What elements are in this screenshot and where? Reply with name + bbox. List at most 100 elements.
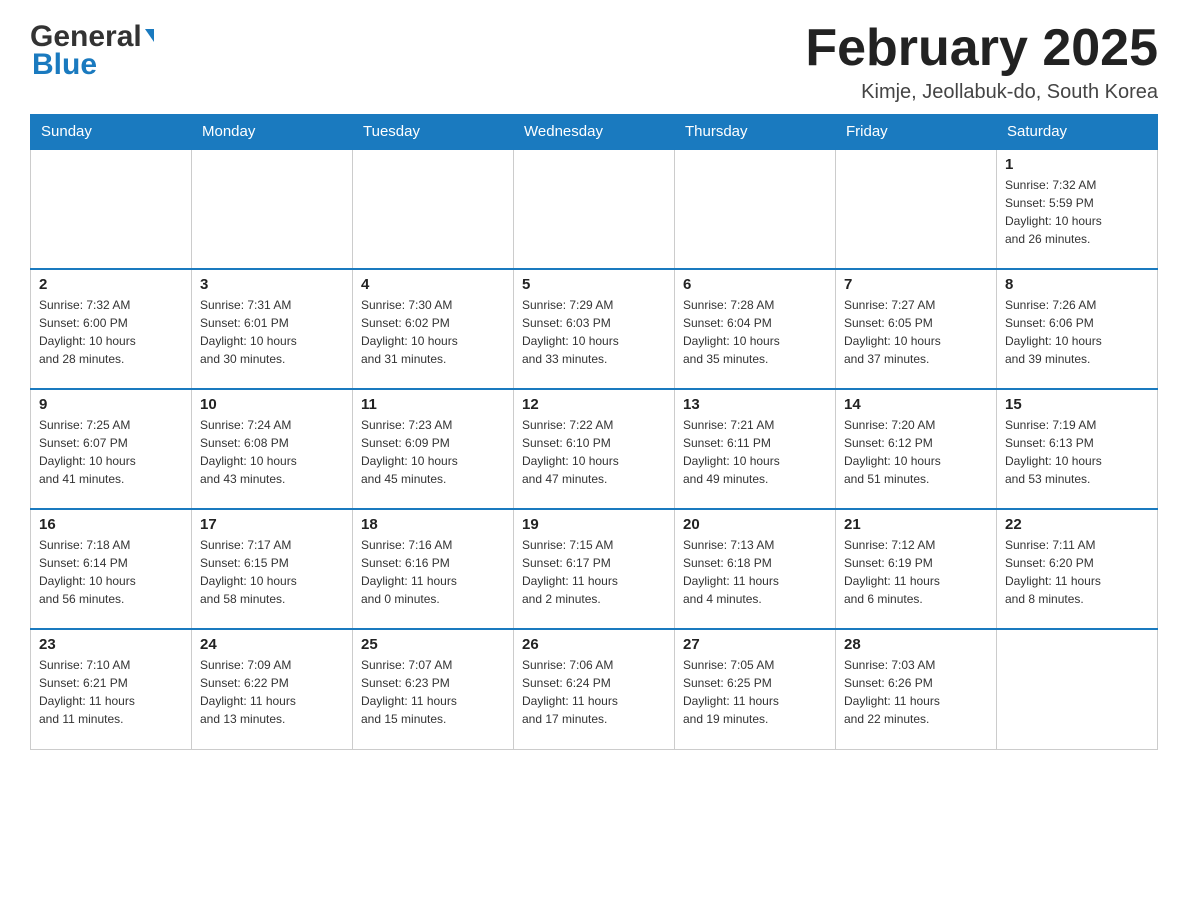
calendar-cell — [675, 149, 836, 269]
day-number: 26 — [522, 636, 666, 653]
day-number: 15 — [1005, 396, 1149, 413]
calendar-cell — [31, 149, 192, 269]
page-header: General Blue February 2025 Kimje, Jeolla… — [30, 20, 1158, 104]
day-info: Sunrise: 7:30 AM Sunset: 6:02 PM Dayligh… — [361, 296, 505, 368]
day-number: 22 — [1005, 516, 1149, 533]
day-number: 16 — [39, 516, 183, 533]
day-number: 10 — [200, 396, 344, 413]
day-number: 19 — [522, 516, 666, 533]
day-number: 12 — [522, 396, 666, 413]
day-number: 17 — [200, 516, 344, 533]
calendar-cell: 13 Sunrise: 7:21 AM Sunset: 6:11 PM Dayli… — [675, 389, 836, 509]
title-section: February 2025 Kimje, Jeollabuk-do, South… — [805, 20, 1158, 104]
day-info: Sunrise: 7:12 AM Sunset: 6:19 PM Dayligh… — [844, 536, 988, 608]
day-info: Sunrise: 7:23 AM Sunset: 6:09 PM Dayligh… — [361, 416, 505, 488]
calendar-cell: 18 Sunrise: 7:16 AM Sunset: 6:16 PM Dayli… — [353, 509, 514, 629]
day-header-saturday: Saturday — [997, 115, 1158, 150]
day-info: Sunrise: 7:19 AM Sunset: 6:13 PM Dayligh… — [1005, 416, 1149, 488]
header-row: SundayMondayTuesdayWednesdayThursdayFrid… — [31, 115, 1158, 150]
day-info: Sunrise: 7:06 AM Sunset: 6:24 PM Dayligh… — [522, 656, 666, 728]
calendar-cell — [192, 149, 353, 269]
week-row-2: 2 Sunrise: 7:32 AM Sunset: 6:00 PM Daylig… — [31, 269, 1158, 389]
calendar-cell: 11 Sunrise: 7:23 AM Sunset: 6:09 PM Dayli… — [353, 389, 514, 509]
day-number: 13 — [683, 396, 827, 413]
day-info: Sunrise: 7:28 AM Sunset: 6:04 PM Dayligh… — [683, 296, 827, 368]
day-info: Sunrise: 7:25 AM Sunset: 6:07 PM Dayligh… — [39, 416, 183, 488]
calendar-cell — [353, 149, 514, 269]
calendar-cell: 28 Sunrise: 7:03 AM Sunset: 6:26 PM Dayli… — [836, 629, 997, 749]
calendar-cell: 21 Sunrise: 7:12 AM Sunset: 6:19 PM Dayli… — [836, 509, 997, 629]
day-info: Sunrise: 7:15 AM Sunset: 6:17 PM Dayligh… — [522, 536, 666, 608]
logo-triangle-icon — [145, 29, 154, 42]
calendar-cell: 7 Sunrise: 7:27 AM Sunset: 6:05 PM Daylig… — [836, 269, 997, 389]
calendar-cell: 16 Sunrise: 7:18 AM Sunset: 6:14 PM Dayli… — [31, 509, 192, 629]
calendar-cell: 4 Sunrise: 7:30 AM Sunset: 6:02 PM Daylig… — [353, 269, 514, 389]
day-info: Sunrise: 7:31 AM Sunset: 6:01 PM Dayligh… — [200, 296, 344, 368]
day-info: Sunrise: 7:22 AM Sunset: 6:10 PM Dayligh… — [522, 416, 666, 488]
day-header-tuesday: Tuesday — [353, 115, 514, 150]
day-number: 6 — [683, 276, 827, 293]
day-number: 7 — [844, 276, 988, 293]
day-number: 4 — [361, 276, 505, 293]
day-number: 21 — [844, 516, 988, 533]
day-number: 3 — [200, 276, 344, 293]
week-row-3: 9 Sunrise: 7:25 AM Sunset: 6:07 PM Daylig… — [31, 389, 1158, 509]
week-row-4: 16 Sunrise: 7:18 AM Sunset: 6:14 PM Dayli… — [31, 509, 1158, 629]
calendar-cell: 9 Sunrise: 7:25 AM Sunset: 6:07 PM Daylig… — [31, 389, 192, 509]
day-info: Sunrise: 7:13 AM Sunset: 6:18 PM Dayligh… — [683, 536, 827, 608]
day-number: 8 — [1005, 276, 1149, 293]
day-number: 5 — [522, 276, 666, 293]
day-info: Sunrise: 7:16 AM Sunset: 6:16 PM Dayligh… — [361, 536, 505, 608]
calendar-cell — [997, 629, 1158, 749]
day-number: 2 — [39, 276, 183, 293]
day-number: 9 — [39, 396, 183, 413]
calendar-table: SundayMondayTuesdayWednesdayThursdayFrid… — [30, 114, 1158, 750]
day-info: Sunrise: 7:09 AM Sunset: 6:22 PM Dayligh… — [200, 656, 344, 728]
day-info: Sunrise: 7:17 AM Sunset: 6:15 PM Dayligh… — [200, 536, 344, 608]
day-info: Sunrise: 7:32 AM Sunset: 5:59 PM Dayligh… — [1005, 176, 1149, 248]
calendar-cell: 27 Sunrise: 7:05 AM Sunset: 6:25 PM Dayli… — [675, 629, 836, 749]
day-number: 25 — [361, 636, 505, 653]
day-number: 28 — [844, 636, 988, 653]
calendar-cell: 22Sunrise: 7:11 AM Sunset: 6:20 PM Dayli… — [997, 509, 1158, 629]
day-info: Sunrise: 7:29 AM Sunset: 6:03 PM Dayligh… — [522, 296, 666, 368]
day-number: 11 — [361, 396, 505, 413]
day-info: Sunrise: 7:05 AM Sunset: 6:25 PM Dayligh… — [683, 656, 827, 728]
calendar-cell: 2 Sunrise: 7:32 AM Sunset: 6:00 PM Daylig… — [31, 269, 192, 389]
day-number: 23 — [39, 636, 183, 653]
calendar-cell: 1 Sunrise: 7:32 AM Sunset: 5:59 PM Daylig… — [997, 149, 1158, 269]
week-row-5: 23Sunrise: 7:10 AM Sunset: 6:21 PM Dayli… — [31, 629, 1158, 749]
day-header-monday: Monday — [192, 115, 353, 150]
logo: General Blue — [30, 20, 154, 82]
calendar-cell: 12 Sunrise: 7:22 AM Sunset: 6:10 PM Dayli… — [514, 389, 675, 509]
calendar-cell: 14Sunrise: 7:20 AM Sunset: 6:12 PM Dayli… — [836, 389, 997, 509]
calendar-cell — [836, 149, 997, 269]
calendar-cell — [514, 149, 675, 269]
day-info: Sunrise: 7:18 AM Sunset: 6:14 PM Dayligh… — [39, 536, 183, 608]
day-number: 1 — [1005, 156, 1149, 173]
calendar-cell: 23Sunrise: 7:10 AM Sunset: 6:21 PM Dayli… — [31, 629, 192, 749]
day-info: Sunrise: 7:03 AM Sunset: 6:26 PM Dayligh… — [844, 656, 988, 728]
calendar-cell: 5 Sunrise: 7:29 AM Sunset: 6:03 PM Daylig… — [514, 269, 675, 389]
day-header-thursday: Thursday — [675, 115, 836, 150]
calendar-cell: 3 Sunrise: 7:31 AM Sunset: 6:01 PM Daylig… — [192, 269, 353, 389]
day-number: 24 — [200, 636, 344, 653]
day-header-sunday: Sunday — [31, 115, 192, 150]
calendar-cell: 24 Sunrise: 7:09 AM Sunset: 6:22 PM Dayli… — [192, 629, 353, 749]
calendar-cell: 20 Sunrise: 7:13 AM Sunset: 6:18 PM Dayli… — [675, 509, 836, 629]
calendar-cell: 8 Sunrise: 7:26 AM Sunset: 6:06 PM Daylig… — [997, 269, 1158, 389]
day-info: Sunrise: 7:32 AM Sunset: 6:00 PM Dayligh… — [39, 296, 183, 368]
calendar-cell: 15 Sunrise: 7:19 AM Sunset: 6:13 PM Dayli… — [997, 389, 1158, 509]
day-number: 27 — [683, 636, 827, 653]
calendar-cell: 10Sunrise: 7:24 AM Sunset: 6:08 PM Dayli… — [192, 389, 353, 509]
calendar-cell: 17 Sunrise: 7:17 AM Sunset: 6:15 PM Dayli… — [192, 509, 353, 629]
month-title: February 2025 — [805, 20, 1158, 77]
day-number: 18 — [361, 516, 505, 533]
day-info: Sunrise: 7:07 AM Sunset: 6:23 PM Dayligh… — [361, 656, 505, 728]
week-row-1: 1 Sunrise: 7:32 AM Sunset: 5:59 PM Daylig… — [31, 149, 1158, 269]
day-info: Sunrise: 7:20 AM Sunset: 6:12 PM Dayligh… — [844, 416, 988, 488]
day-number: 20 — [683, 516, 827, 533]
day-info: Sunrise: 7:21 AM Sunset: 6:11 PM Dayligh… — [683, 416, 827, 488]
day-info: Sunrise: 7:26 AM Sunset: 6:06 PM Dayligh… — [1005, 296, 1149, 368]
day-info: Sunrise: 7:27 AM Sunset: 6:05 PM Dayligh… — [844, 296, 988, 368]
